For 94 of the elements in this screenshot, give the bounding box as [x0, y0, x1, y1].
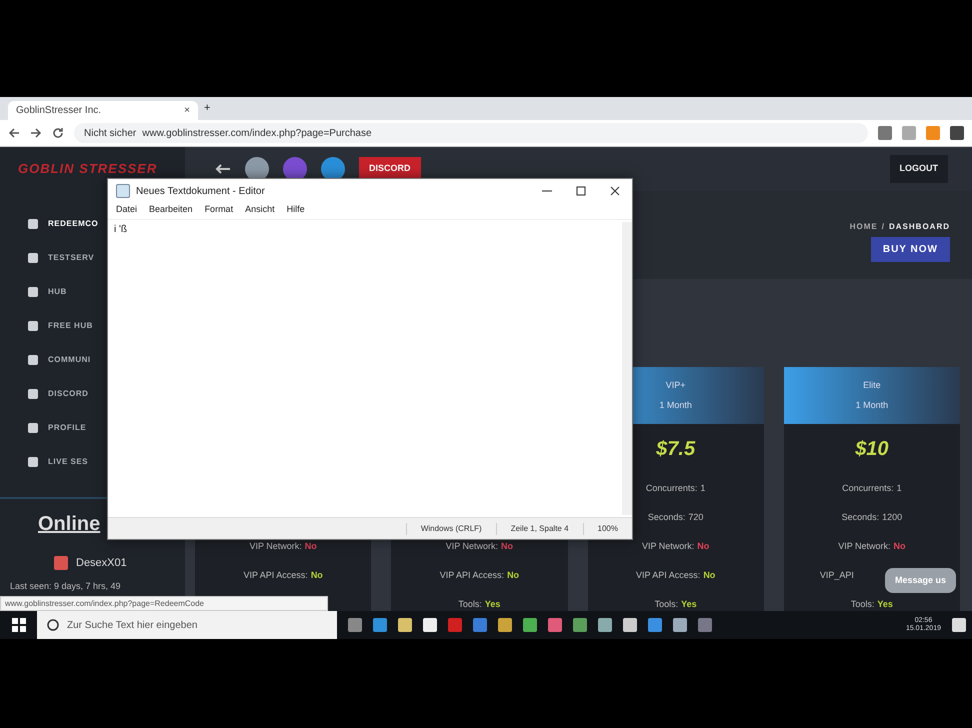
feature-label: Tools: — [654, 598, 678, 611]
feature-value: 1 — [896, 482, 902, 495]
feature-label: VIP API Access: — [636, 568, 700, 582]
plan-price: $10 — [855, 437, 889, 462]
browser-tab[interactable]: GoblinStresser Inc. × — [8, 101, 198, 120]
plan-price: $7.5 — [656, 437, 696, 462]
cortana-icon — [47, 619, 59, 631]
feature-label: VIP Network: — [642, 540, 694, 553]
new-tab-button[interactable]: + — [204, 100, 210, 120]
feature-value: Yes — [681, 598, 697, 611]
security-label: Nicht sicher — [84, 126, 136, 140]
sidebar-item[interactable]: HUB — [28, 275, 67, 309]
buy-now-button[interactable]: BUY NOW — [870, 237, 950, 262]
reload-icon[interactable] — [52, 127, 64, 139]
feature-label: VIP Network: — [249, 540, 302, 553]
menu-item[interactable]: Hilfe — [286, 203, 305, 219]
app-icon[interactable] — [498, 618, 512, 632]
feature-value: No — [703, 568, 716, 582]
app-icon[interactable] — [673, 618, 687, 632]
breadcrumb-separator: / — [882, 221, 885, 233]
app-icon[interactable] — [348, 618, 362, 632]
feature-value: No — [501, 540, 514, 553]
status-url: www.goblinstresser.com/index.php?page=RedeemCode — [0, 596, 328, 611]
search-placeholder: Zur Suche Text hier eingeben — [67, 618, 198, 632]
breadcrumb-link[interactable]: HOME — [850, 221, 878, 233]
app-icon[interactable] — [398, 618, 412, 632]
plan-name: Elite — [863, 379, 881, 392]
sidebar-item[interactable]: LIVE SES — [28, 445, 88, 479]
address-bar[interactable]: Nicht sicher www.goblinstresser.com/index.php?page=Purchase — [74, 123, 868, 143]
sidebar-item[interactable]: REDEEMCO — [28, 207, 98, 241]
close-button[interactable] — [610, 186, 620, 196]
notepad-icon — [116, 184, 130, 198]
feature-label: VIP Network: — [838, 540, 891, 553]
app-icon[interactable] — [573, 618, 587, 632]
taskbar-search-field[interactable]: Zur Suche Text hier eingeben — [37, 611, 337, 639]
online-heading: Online — [38, 512, 102, 537]
maximize-button[interactable] — [576, 186, 586, 196]
app-icon[interactable] — [698, 618, 712, 632]
browser-tab-title: GoblinStresser Inc. — [16, 104, 102, 118]
feature-label: Seconds: — [842, 510, 880, 524]
feature-label: Tools: — [850, 598, 874, 611]
feature-label: VIP_API — [820, 568, 854, 582]
feature-value: 720 — [688, 510, 704, 524]
logout-button[interactable]: LOGOUT — [890, 155, 948, 183]
document-text: i 'ß — [114, 223, 128, 237]
app-icon[interactable] — [448, 618, 462, 632]
url-text: www.goblinstresser.com/index.php?page=Purchase — [142, 126, 372, 140]
feature-label: Concurrents: — [646, 482, 698, 495]
feature-value: Yes — [484, 598, 500, 611]
feature-value: No — [304, 540, 317, 553]
sidebar-item[interactable]: PROFILE — [28, 411, 86, 445]
feature-label: VIP Network: — [446, 540, 498, 553]
scrollbar[interactable] — [622, 222, 632, 515]
feature-value: No — [507, 568, 520, 582]
feature-value: Yes — [877, 598, 893, 611]
feature-label: VIP API Access: — [243, 568, 308, 582]
menu-item[interactable]: Format — [204, 203, 234, 219]
feature-value: No — [310, 568, 323, 582]
status-text: Windows (CRLF) — [406, 522, 496, 534]
app-icon[interactable] — [623, 618, 637, 632]
last-seen: Last seen: 9 days, 7 hrs, 49 — [10, 580, 122, 593]
app-icon[interactable] — [523, 618, 537, 632]
menu-item[interactable]: Bearbeiten — [149, 203, 193, 219]
username: DesexX01 — [76, 556, 127, 571]
feature-value: No — [894, 540, 906, 553]
back-icon[interactable] — [8, 127, 20, 139]
sidebar-item[interactable]: COMMUNI — [28, 343, 91, 377]
menu-item[interactable]: Datei — [116, 203, 138, 219]
app-icon[interactable] — [473, 618, 487, 632]
feature-label: Concurrents: — [842, 482, 894, 495]
plan-duration: 1 Month — [856, 398, 888, 412]
feature-label: VIP API Access: — [440, 568, 504, 582]
close-button[interactable]: × — [184, 103, 190, 118]
app-icon[interactable] — [373, 618, 387, 632]
sidebar-item[interactable]: TESTSERV — [28, 241, 94, 275]
feature-label: Seconds: — [648, 510, 686, 524]
status-text: Zeile 1, Spalte 4 — [496, 522, 583, 534]
app-icon[interactable] — [598, 618, 612, 632]
sidebar-item[interactable]: FREE HUB — [28, 309, 93, 343]
breadcrumb-current: DASHBOARD — [889, 221, 950, 233]
forward-icon[interactable] — [30, 127, 42, 139]
status-text: 100% — [582, 522, 632, 534]
feature-value: 1 — [700, 482, 706, 495]
app-icon[interactable] — [423, 618, 437, 632]
feature-value: No — [697, 540, 710, 553]
menu-item[interactable]: Ansicht — [245, 203, 275, 219]
plan-duration: 1 Month — [659, 398, 692, 412]
plan-name: VIP+ — [666, 379, 686, 392]
sidebar-item[interactable]: DISCORD — [28, 377, 88, 411]
feature-value: 1200 — [882, 510, 902, 524]
app-icon[interactable] — [548, 618, 562, 632]
feature-label: Tools: — [458, 598, 482, 611]
app-icon[interactable] — [648, 618, 662, 632]
window-title: Neues Textdokument - Editor — [136, 184, 265, 198]
